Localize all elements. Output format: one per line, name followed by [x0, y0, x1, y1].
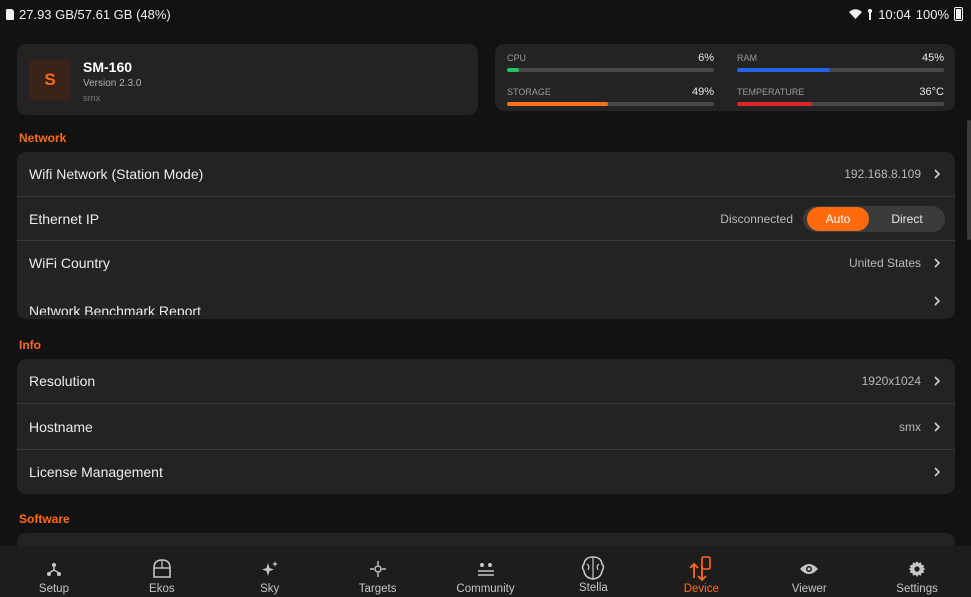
row-wifi-network[interactable]: Wifi Network (Station Mode) 192.168.8.10… — [17, 152, 955, 196]
nav-label: Sky — [260, 583, 280, 595]
battery-level: 100% — [915, 6, 949, 22]
row-label: License Management — [29, 464, 163, 480]
stat-bar — [737, 68, 944, 72]
row-label: WiFi Country — [29, 254, 110, 271]
nav-label: Settings — [896, 583, 938, 595]
wifi-icon — [849, 9, 863, 19]
nav-label: Community — [456, 583, 515, 595]
sparkle-icon — [259, 558, 281, 580]
stat-label: STORAGE — [507, 87, 551, 97]
stat-label: TEMPERATURE — [737, 87, 805, 97]
row-license-management[interactable]: License Management — [17, 450, 955, 494]
row-value: 192.168.8.109 — [844, 167, 921, 181]
stat-value: 36°C — [919, 86, 944, 98]
chevron-right-icon — [931, 421, 943, 433]
chevron-right-icon — [931, 375, 943, 387]
device-card[interactable]: S SM-160 Version 2.3.0 smx — [17, 44, 478, 115]
status-bar: 27.93 GB/57.61 GB (48%) 10:04 100% — [0, 0, 971, 28]
section-title-info: Info — [19, 338, 41, 352]
section-title-software: Software — [19, 512, 70, 526]
nav-community[interactable]: Community — [432, 546, 540, 597]
stat-bar-fill — [507, 102, 609, 106]
row-value: Disconnected — [720, 211, 793, 226]
nav-label: Viewer — [791, 583, 827, 595]
row-resolution[interactable]: Resolution 1920x1024 — [17, 359, 955, 403]
row-label: Network Benchmark Report — [29, 303, 201, 315]
nav-label: Setup — [38, 583, 69, 595]
row-label: Wifi Network (Station Mode) — [29, 166, 204, 182]
row-label: Hostname — [29, 418, 93, 435]
storage-status: 27.93 GB/57.61 GB (48%) — [19, 6, 171, 22]
stat-bar-fill — [507, 68, 520, 72]
ethernet-mode-toggle: Auto Direct — [803, 205, 945, 232]
system-stats-card: CPU 6% RAM 45% STORAGE 49% TEMPERATURE 3… — [495, 44, 955, 111]
chevron-right-icon — [931, 168, 943, 180]
nav-settings[interactable]: Settings — [863, 546, 971, 597]
sd-card-icon — [6, 8, 14, 20]
stat-bar — [507, 68, 714, 72]
device-hostname: smx — [83, 93, 101, 104]
clock: 10:04 — [878, 6, 911, 22]
nav-label: Device — [683, 583, 719, 595]
nav-sky[interactable]: Sky — [216, 546, 324, 597]
ekos-icon — [151, 558, 173, 580]
stat-bar — [737, 102, 944, 106]
row-value: 1920x1024 — [861, 374, 921, 388]
chevron-right-icon — [931, 466, 943, 478]
stat-label: RAM — [737, 53, 757, 63]
nav-targets[interactable]: Targets — [324, 546, 432, 597]
nav-device[interactable]: Device — [647, 546, 755, 597]
chevron-right-icon — [931, 257, 943, 269]
row-network-benchmark[interactable]: Network Benchmark Report — [17, 286, 955, 315]
nav-setup[interactable]: Setup — [0, 546, 108, 597]
nav-label: Targets — [358, 583, 397, 595]
target-icon — [367, 558, 389, 580]
nav-ekos[interactable]: Ekos — [108, 546, 216, 597]
bottom-navigation: Setup Ekos Sky Targets Community Stella — [0, 546, 971, 597]
nav-stella[interactable]: Stella — [539, 546, 647, 597]
scroll-indicator[interactable] — [967, 120, 971, 240]
brain-icon — [579, 554, 607, 582]
toggle-direct-option[interactable]: Direct — [869, 206, 945, 232]
nav-viewer[interactable]: Viewer — [755, 546, 863, 597]
stat-bar — [507, 102, 714, 106]
row-ethernet-ip: Ethernet IP Disconnected Auto Direct — [17, 197, 955, 240]
eye-icon — [798, 558, 820, 580]
device-version: Version 2.3.0 — [83, 78, 142, 89]
row-hostname[interactable]: Hostname smx — [17, 404, 955, 449]
stat-bar-fill — [737, 68, 831, 72]
info-card: Resolution 1920x1024 Hostname smx Licens… — [17, 359, 955, 494]
row-label: Ethernet IP — [29, 210, 100, 227]
network-card: Wifi Network (Station Mode) 192.168.8.10… — [17, 152, 955, 319]
stat-value: 6% — [698, 52, 714, 64]
nav-label: Stella — [579, 582, 608, 594]
device-name: SM-160 — [83, 59, 133, 75]
stat-label: CPU — [507, 53, 527, 63]
antenna-icon — [868, 8, 873, 20]
stat-bar-fill — [737, 102, 812, 106]
row-value: smx — [899, 419, 921, 434]
device-transfer-icon — [688, 556, 714, 582]
community-icon — [475, 558, 497, 580]
row-label: Resolution — [29, 373, 96, 389]
gear-icon — [906, 558, 928, 580]
row-wifi-country[interactable]: WiFi Country United States — [17, 241, 955, 284]
setup-icon — [43, 558, 65, 580]
battery-icon — [954, 7, 963, 21]
section-title-network: Network — [19, 131, 67, 145]
chevron-right-icon — [931, 295, 943, 307]
row-value: United States — [848, 255, 921, 270]
stat-value: 49% — [691, 86, 714, 98]
nav-label: Ekos — [149, 583, 175, 595]
stat-value: 45% — [921, 52, 944, 64]
toggle-auto-option[interactable]: Auto — [807, 206, 869, 231]
device-avatar: S — [29, 59, 71, 101]
